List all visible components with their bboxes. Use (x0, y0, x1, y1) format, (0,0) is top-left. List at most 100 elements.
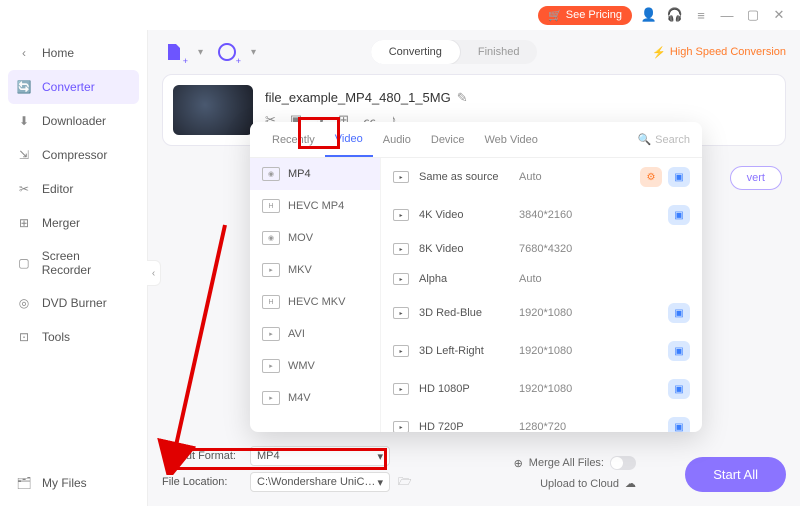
format-type-label: WMV (288, 360, 315, 372)
tab-web-video[interactable]: Web Video (475, 124, 548, 156)
preset-3d-red-blue[interactable]: ▸3D Red-Blue1920*1080▣ (381, 294, 702, 332)
format-preset-list: ▸Same as sourceAuto⚙▣ ▸4K Video3840*2160… (380, 158, 702, 432)
menu-icon[interactable]: ≡ (692, 6, 710, 24)
annotation-arrow (145, 215, 245, 475)
preset-name: 3D Left-Right (419, 345, 519, 357)
play-icon: ▸ (393, 171, 409, 183)
video-file-icon: ▸ (262, 263, 280, 277)
preset-resolution: Auto (519, 273, 690, 285)
create-icon[interactable]: ▣ (668, 167, 690, 187)
format-type-hevc-mkv[interactable]: HHEVC MKV (250, 286, 380, 318)
preset-4k[interactable]: ▸4K Video3840*2160▣ (381, 196, 702, 234)
screen-icon: ▢ (16, 255, 32, 271)
output-format-value: MP4 (257, 450, 280, 462)
chevron-down-icon: ▾ (377, 476, 383, 489)
settings-icon[interactable]: ⚙ (640, 167, 662, 187)
sidebar-item-dvd-burner[interactable]: ◎DVD Burner (0, 286, 147, 320)
preset-8k[interactable]: ▸8K Video7680*4320 (381, 234, 702, 264)
close-icon[interactable]: ✕ (770, 6, 788, 24)
start-all-button[interactable]: Start All (685, 457, 786, 492)
maximize-icon[interactable]: ▢ (744, 6, 762, 24)
preset-resolution: 7680*4320 (519, 243, 690, 255)
format-body: ◉MP4 HHEVC MP4 ◉MOV ▸MKV HHEVC MKV ▸AVI … (250, 158, 702, 432)
sidebar-item-tools[interactable]: ⊡Tools (0, 320, 147, 354)
format-panel: Recently Video Audio Device Web Video 🔍 … (250, 122, 702, 432)
sidebar-item-label: Tools (42, 330, 70, 344)
tab-recently[interactable]: Recently (262, 124, 325, 156)
merge-toggle[interactable] (610, 456, 636, 470)
preset-hd-720p[interactable]: ▸HD 720P1280*720▣ (381, 408, 702, 432)
sidebar-item-downloader[interactable]: ⬇Downloader (0, 104, 147, 138)
play-icon: ▸ (393, 307, 409, 319)
video-thumbnail[interactable] (173, 85, 253, 135)
create-icon[interactable]: ▣ (668, 379, 690, 399)
play-icon: ▸ (393, 421, 409, 432)
tab-video[interactable]: Video (325, 123, 373, 157)
see-pricing-label: See Pricing (566, 9, 622, 21)
sidebar-item-label: Converter (42, 80, 95, 94)
file-name-row: file_example_MP4_480_1_5MG ✎ (265, 90, 775, 106)
convert-button[interactable]: vert (730, 166, 782, 190)
tab-converting[interactable]: Converting (371, 40, 460, 64)
output-format-select[interactable]: MP4 ▾ (250, 446, 390, 466)
create-icon[interactable]: ▣ (668, 303, 690, 323)
play-icon: ▸ (393, 209, 409, 221)
format-type-label: M4V (288, 392, 311, 404)
file-location-select[interactable]: C:\Wondershare UniConverter ▾ (250, 472, 390, 492)
preset-resolution: 3840*2160 (519, 209, 668, 221)
see-pricing-button[interactable]: 🛒 See Pricing (538, 6, 632, 25)
sidebar-item-screen-recorder[interactable]: ▢Screen Recorder (0, 240, 147, 286)
topbar: + ▾ + ▾ Converting Finished ⚡ High Speed… (162, 40, 786, 64)
preset-hd-1080p[interactable]: ▸HD 1080P1920*1080▣ (381, 370, 702, 408)
merge-icon: ⊕ (514, 457, 523, 470)
cloud-icon[interactable]: ☁ (625, 477, 636, 490)
format-type-avi[interactable]: ▸AVI (250, 318, 380, 350)
format-type-mov[interactable]: ◉MOV (250, 222, 380, 254)
add-disc-button[interactable]: + (215, 40, 239, 64)
sidebar-item-editor[interactable]: ✂Editor (0, 172, 147, 206)
format-type-mkv[interactable]: ▸MKV (250, 254, 380, 286)
tab-device[interactable]: Device (421, 124, 475, 156)
preset-same-as-source[interactable]: ▸Same as sourceAuto⚙▣ (381, 158, 702, 196)
preset-name: HD 720P (419, 421, 519, 432)
create-icon[interactable]: ▣ (668, 205, 690, 225)
user-icon[interactable]: 👤 (640, 6, 658, 24)
format-type-m4v[interactable]: ▸M4V (250, 382, 380, 414)
preset-alpha[interactable]: ▸AlphaAuto (381, 264, 702, 294)
tab-audio[interactable]: Audio (373, 124, 421, 156)
preset-resolution: Auto (519, 171, 640, 183)
upload-label: Upload to Cloud (540, 478, 619, 490)
minimize-icon[interactable]: — (718, 6, 736, 24)
chevron-down-icon[interactable]: ▾ (198, 47, 203, 58)
format-type-wmv[interactable]: ▸WMV (250, 350, 380, 382)
plus-icon: + (183, 56, 188, 66)
sidebar-item-my-files[interactable]: 🗂My Files (0, 466, 147, 500)
sidebar-item-converter[interactable]: 🔄Converter (8, 70, 139, 104)
preset-resolution: 1920*1080 (519, 307, 668, 319)
chevron-down-icon[interactable]: ▾ (251, 47, 256, 58)
headset-icon[interactable]: 🎧 (666, 6, 684, 24)
create-icon[interactable]: ▣ (668, 341, 690, 361)
format-search[interactable]: 🔍 Search (637, 133, 690, 146)
format-type-label: MOV (288, 232, 313, 244)
high-speed-toggle[interactable]: ⚡ High Speed Conversion (652, 46, 786, 59)
open-folder-icon[interactable]: 🗁 (398, 473, 412, 492)
merge-row: ⊕ Merge All Files: (514, 456, 636, 470)
play-icon: ▸ (393, 273, 409, 285)
format-type-mp4[interactable]: ◉MP4 (250, 158, 380, 190)
sidebar-item-merger[interactable]: ⊞Merger (0, 206, 147, 240)
add-file-button[interactable]: + (162, 40, 186, 64)
create-icon[interactable]: ▣ (668, 417, 690, 432)
sidebar-item-label: Merger (42, 216, 80, 230)
play-icon: ▸ (393, 383, 409, 395)
sidebar-item-home[interactable]: ‹Home (0, 36, 147, 70)
edit-icon[interactable]: ✎ (457, 90, 468, 106)
sidebar-item-compressor[interactable]: ⇲Compressor (0, 138, 147, 172)
preset-3d-left-right[interactable]: ▸3D Left-Right1920*1080▣ (381, 332, 702, 370)
tab-finished[interactable]: Finished (460, 40, 538, 64)
format-type-hevc-mp4[interactable]: HHEVC MP4 (250, 190, 380, 222)
back-icon: ‹ (16, 45, 32, 61)
preset-resolution: 1920*1080 (519, 383, 668, 395)
format-type-label: AVI (288, 328, 305, 340)
preset-resolution: 1920*1080 (519, 345, 668, 357)
